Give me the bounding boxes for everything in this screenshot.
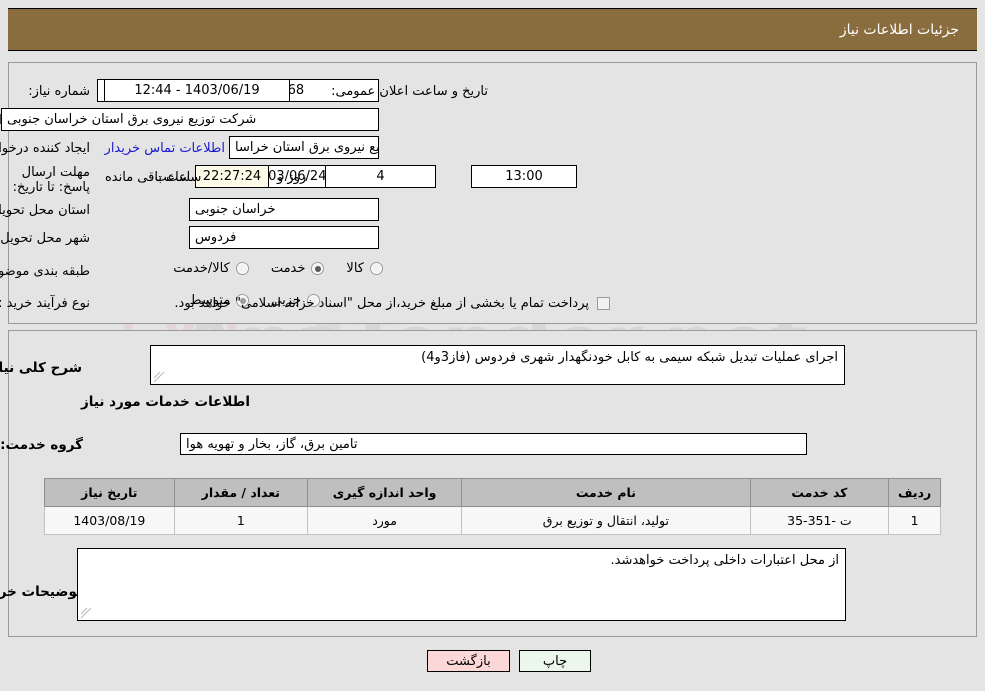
resize-grip-icon-notes[interactable] [80, 607, 92, 619]
category-radio-group[interactable]: کالا خدمت کالا/خدمت [151, 261, 383, 276]
table-row: 1ت -351-35 تولید، انتقال و توزیع برق مورد 1… [44, 506, 941, 535]
days-and-label: روز و [277, 170, 307, 185]
announce-datetime-value: 12:44 - 1403/06/19 [104, 79, 290, 102]
table-cell: تولید، انتقال و توزیع برق [461, 506, 751, 535]
category-radio-1[interactable] [311, 262, 325, 275]
treasury-checkbox[interactable] [597, 297, 610, 310]
deadline-label: مهلت ارسال پاسخ: تا تاریخ: [12, 165, 90, 195]
table-header-row: ردیف کد خدمت نام خدمت واحد اندازه گیری تعداد… [44, 478, 941, 507]
delivery-city-label: شهر محل تحویل: [0, 231, 90, 246]
back-button[interactable]: بازگشت [427, 650, 510, 672]
treasury-checkbox-row[interactable]: پرداخت تمام یا بخشی از مبلغ خرید،از محل … [174, 296, 610, 311]
general-description-label: شرح کلی نیاز: [0, 360, 82, 376]
delivery-province-label: استان محل تحویل: [0, 203, 90, 218]
table-cell: 1 [173, 506, 308, 535]
general-description-value: اجرای عملیات تبدیل شبکه سیمی به کابل خود… [421, 350, 838, 365]
process-type-label: نوع فرآیند خرید : [0, 296, 90, 311]
remaining-days-value: 4 [325, 165, 436, 188]
table-header-cell: تعداد / مقدار [173, 478, 308, 507]
delivery-city-value: فردوس [189, 226, 379, 249]
category-radio-2[interactable] [235, 262, 249, 275]
table-header-cell: کد خدمت [749, 478, 890, 507]
category-option-0[interactable]: کالا [346, 261, 383, 276]
service-group-label: گروه خدمت: [0, 437, 83, 453]
table-header-cell: ردیف [888, 478, 941, 507]
table-header-cell: تاریخ نیاز [44, 478, 175, 507]
delivery-province-value: خراسان جنوبی [189, 198, 379, 221]
deadline-hour-value: 13:00 [471, 165, 577, 188]
page-title: جزئیات اطلاعات نیاز [839, 21, 959, 38]
category-option-2[interactable]: کالا/خدمت [173, 261, 249, 276]
creator-value: شهرزاد طاهری کارشناس مناقصه و مزایده شرک… [229, 136, 379, 159]
table-header-cell: نام خدمت [461, 478, 751, 507]
buyer-notes-textarea[interactable]: از محل اعتبارات داخلی پرداخت خواهدشد. [77, 548, 846, 621]
table-cell: 1403/08/19 [44, 506, 175, 535]
services-table: ردیف کد خدمت نام خدمت واحد اندازه گیری تعداد… [44, 478, 941, 535]
page-root: AnaTender.net جزئیات اطلاعات نیاز شماره … [0, 0, 985, 691]
resize-grip-icon[interactable] [153, 371, 165, 383]
buyer-org-value: شرکت توزیع نیروی برق استان خراسان جنوبی [1, 108, 379, 131]
table-header-cell: واحد اندازه گیری [306, 478, 463, 507]
table-cell: 1 [888, 506, 941, 535]
category-option-1[interactable]: خدمت [271, 261, 325, 276]
window-title-bar: جزئیات اطلاعات نیاز [8, 8, 977, 51]
category-label: طبقه بندی موضوعی: [0, 264, 90, 279]
countdown-value: 22:27:24 [195, 165, 269, 188]
buyer-notes-label: توضیحات خریدار: [0, 584, 82, 600]
general-description-textarea[interactable]: اجرای عملیات تبدیل شبکه سیمی به کابل خود… [150, 345, 845, 385]
print-button[interactable]: چاپ [519, 650, 591, 672]
service-group-value: تامین برق، گاز، بخار و تهویه هوا [180, 433, 807, 455]
table-cell: ت -351-35 [749, 506, 890, 535]
treasury-checkbox-label: پرداخت تمام یا بخشی از مبلغ خرید،از محل … [174, 296, 589, 311]
buyer-notes-value: از محل اعتبارات داخلی پرداخت خواهدشد. [610, 553, 839, 568]
category-radio-label-0: کالا [346, 261, 364, 276]
buyer-contact-link[interactable]: اطلاعات تماس خریدار [105, 141, 225, 156]
need-number-label: شماره نیاز: [28, 84, 90, 99]
services-section-heading: اطلاعات خدمات مورد نیاز [80, 394, 250, 410]
creator-label: ایجاد کننده درخواست: [0, 141, 90, 156]
announce-datetime-label: تاریخ و ساعت اعلان عمومی: [331, 84, 488, 99]
table-cell: مورد [306, 506, 463, 535]
category-radio-label-1: خدمت [270, 261, 306, 276]
category-radio-0[interactable] [370, 262, 383, 275]
remaining-hours-label: ساعت باقی مانده [105, 170, 202, 185]
category-radio-label-2: کالا/خدمت [173, 261, 230, 276]
